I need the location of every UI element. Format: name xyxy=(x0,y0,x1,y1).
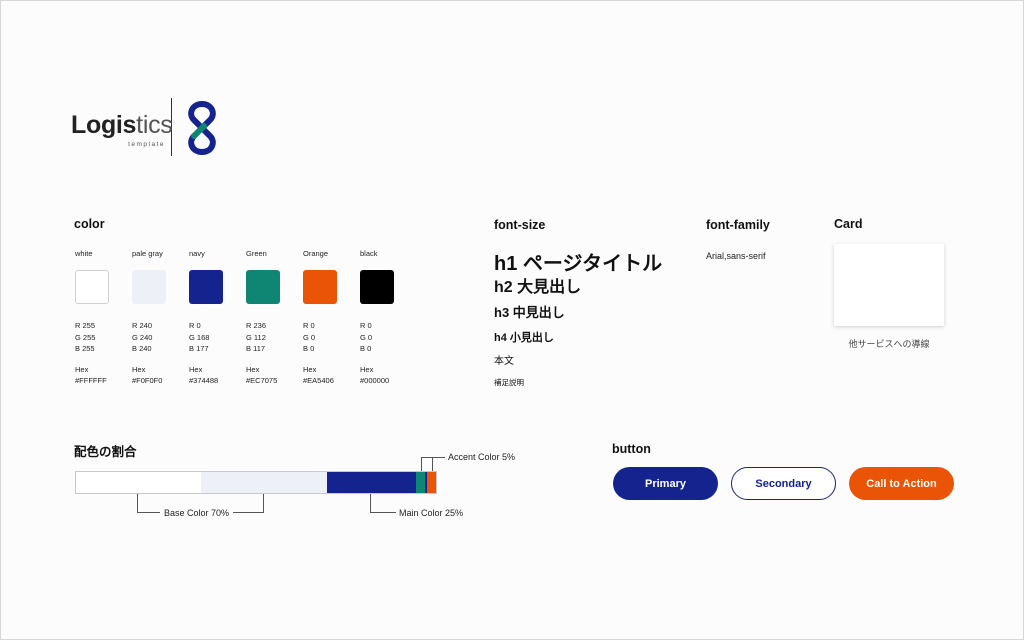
ratio-label-base: Base Color 70% xyxy=(160,508,234,518)
secondary-button[interactable]: Secondary xyxy=(731,467,836,500)
swatch-white: white R 255 G 255 B 255 Hex #FFFFFF xyxy=(75,249,132,387)
swatch-color-box xyxy=(246,270,280,304)
swatch-g: G 0 xyxy=(360,332,373,342)
ratio-segment-accent-green xyxy=(416,472,426,493)
card-caption: 他サービスへの導線 xyxy=(848,339,930,349)
font-sample-h2: h2 大見出し xyxy=(494,279,582,296)
swatch-color-box xyxy=(75,270,109,304)
swatch-black: black R 0 G 0 B 0 Hex #000000 xyxy=(360,249,417,387)
section-title-color: color xyxy=(74,217,105,231)
logo-word-light: tics xyxy=(136,111,173,139)
swatch-navy: navy R 0 G 168 B 177 Hex #374488 xyxy=(189,249,246,387)
ratio-segment-base-white xyxy=(76,472,202,493)
swatch-name: pale gray xyxy=(132,249,163,258)
swatch-r: R 240 xyxy=(132,321,153,330)
swatch-name: Green xyxy=(246,249,267,258)
font-sample-h3: h3 中見出し xyxy=(494,305,565,320)
ratio-label-main: Main Color 25% xyxy=(399,508,464,518)
swatch-color-box xyxy=(303,270,337,304)
font-sample-body: 本文 xyxy=(494,356,514,367)
section-title-button: button xyxy=(612,442,651,456)
font-size-samples: h1 ページタイトル h2 大見出し h3 中見出し h4 小見出し 本文 補足… xyxy=(494,247,662,388)
ratio-segment-accent-orange xyxy=(426,472,436,493)
logo-wordmark: Logistics template xyxy=(71,105,173,149)
swatch-hex: #374488 xyxy=(189,376,219,385)
swatch-g: G 255 xyxy=(75,332,96,342)
canvas-frame: Logistics template color font-size font-… xyxy=(0,0,1024,640)
swatch-name: navy xyxy=(189,249,205,258)
swatch-name: white xyxy=(75,249,93,258)
section-title-font-family: font-family xyxy=(706,218,770,232)
swatch-r: R 0 xyxy=(360,321,372,330)
logo-mark-icon xyxy=(188,101,216,156)
swatch-hex-label: Hex xyxy=(189,364,203,374)
swatch-g: G 168 xyxy=(189,332,210,342)
swatch-hex-label: Hex xyxy=(360,364,374,374)
swatch-hex: #F0F0F0 xyxy=(132,376,163,385)
swatch-r: R 255 xyxy=(75,321,96,330)
swatch-b: B 240 xyxy=(132,344,152,353)
logo-subtitle: template xyxy=(128,141,165,148)
leader-accent xyxy=(421,457,433,471)
swatch-name: Orange xyxy=(303,249,329,258)
swatch-g: G 112 xyxy=(246,332,266,342)
swatch-color-box xyxy=(360,270,394,304)
ratio-segment-main xyxy=(326,472,417,493)
swatch-color-box xyxy=(189,270,223,304)
font-family-value: Arial,sans-serif xyxy=(706,251,766,261)
primary-button[interactable]: Primary xyxy=(613,467,718,500)
logo: Logistics template xyxy=(71,97,224,157)
swatch-name: black xyxy=(360,249,378,258)
leader-accent-horizontal xyxy=(433,457,445,458)
swatch-pale-gray: pale gray R 240 G 240 B 240 Hex #F0F0F0 xyxy=(132,249,189,387)
swatch-b: B 0 xyxy=(303,344,315,353)
swatch-r: R 236 xyxy=(246,321,267,330)
swatch-hex-label: Hex xyxy=(132,364,146,374)
swatch-r: R 0 xyxy=(303,321,315,330)
swatch-green: Green R 236 G 112 B 117 Hex #EC7075 xyxy=(246,249,303,387)
leader-main xyxy=(370,494,371,513)
color-swatches: white R 255 G 255 B 255 Hex #FFFFFF pale… xyxy=(75,249,417,387)
leader-main-horizontal xyxy=(370,512,396,513)
swatch-hex-label: Hex xyxy=(303,364,317,374)
swatch-b: B 255 xyxy=(75,344,95,353)
font-sample-h4: h4 小見出し xyxy=(494,332,554,344)
ratio-label-accent: Accent Color 5% xyxy=(448,452,516,462)
color-ratio-bar xyxy=(75,471,437,494)
logo-word-bold: Logis xyxy=(71,111,137,139)
swatch-g: G 240 xyxy=(132,332,153,342)
section-title-card: Card xyxy=(834,217,863,231)
swatch-hex: #EC7075 xyxy=(246,376,278,385)
call-to-action-button[interactable]: Call to Action xyxy=(849,467,954,500)
font-sample-note: 補足説明 xyxy=(494,378,524,387)
section-title-ratio: 配色の割合 xyxy=(74,445,137,459)
ratio-segment-base-pale xyxy=(201,472,327,493)
swatch-b: B 117 xyxy=(246,344,266,353)
swatch-hex: #EA5406 xyxy=(303,376,334,385)
swatch-orange: Orange R 0 G 0 B 0 Hex #EA5406 xyxy=(303,249,360,387)
swatch-g: G 0 xyxy=(303,332,316,342)
swatch-color-box xyxy=(132,270,166,304)
swatch-hex-label: Hex xyxy=(246,364,260,374)
font-sample-h1: h1 ページタイトル xyxy=(494,253,663,275)
swatch-hex: #FFFFFF xyxy=(75,376,107,385)
swatch-b: B 0 xyxy=(360,344,372,353)
swatch-r: R 0 xyxy=(189,321,201,330)
swatch-hex-label: Hex xyxy=(75,364,89,374)
swatch-hex: #000000 xyxy=(360,376,390,385)
swatch-b: B 177 xyxy=(189,344,209,353)
card-sample[interactable] xyxy=(834,244,944,326)
section-title-font-size: font-size xyxy=(494,218,546,232)
